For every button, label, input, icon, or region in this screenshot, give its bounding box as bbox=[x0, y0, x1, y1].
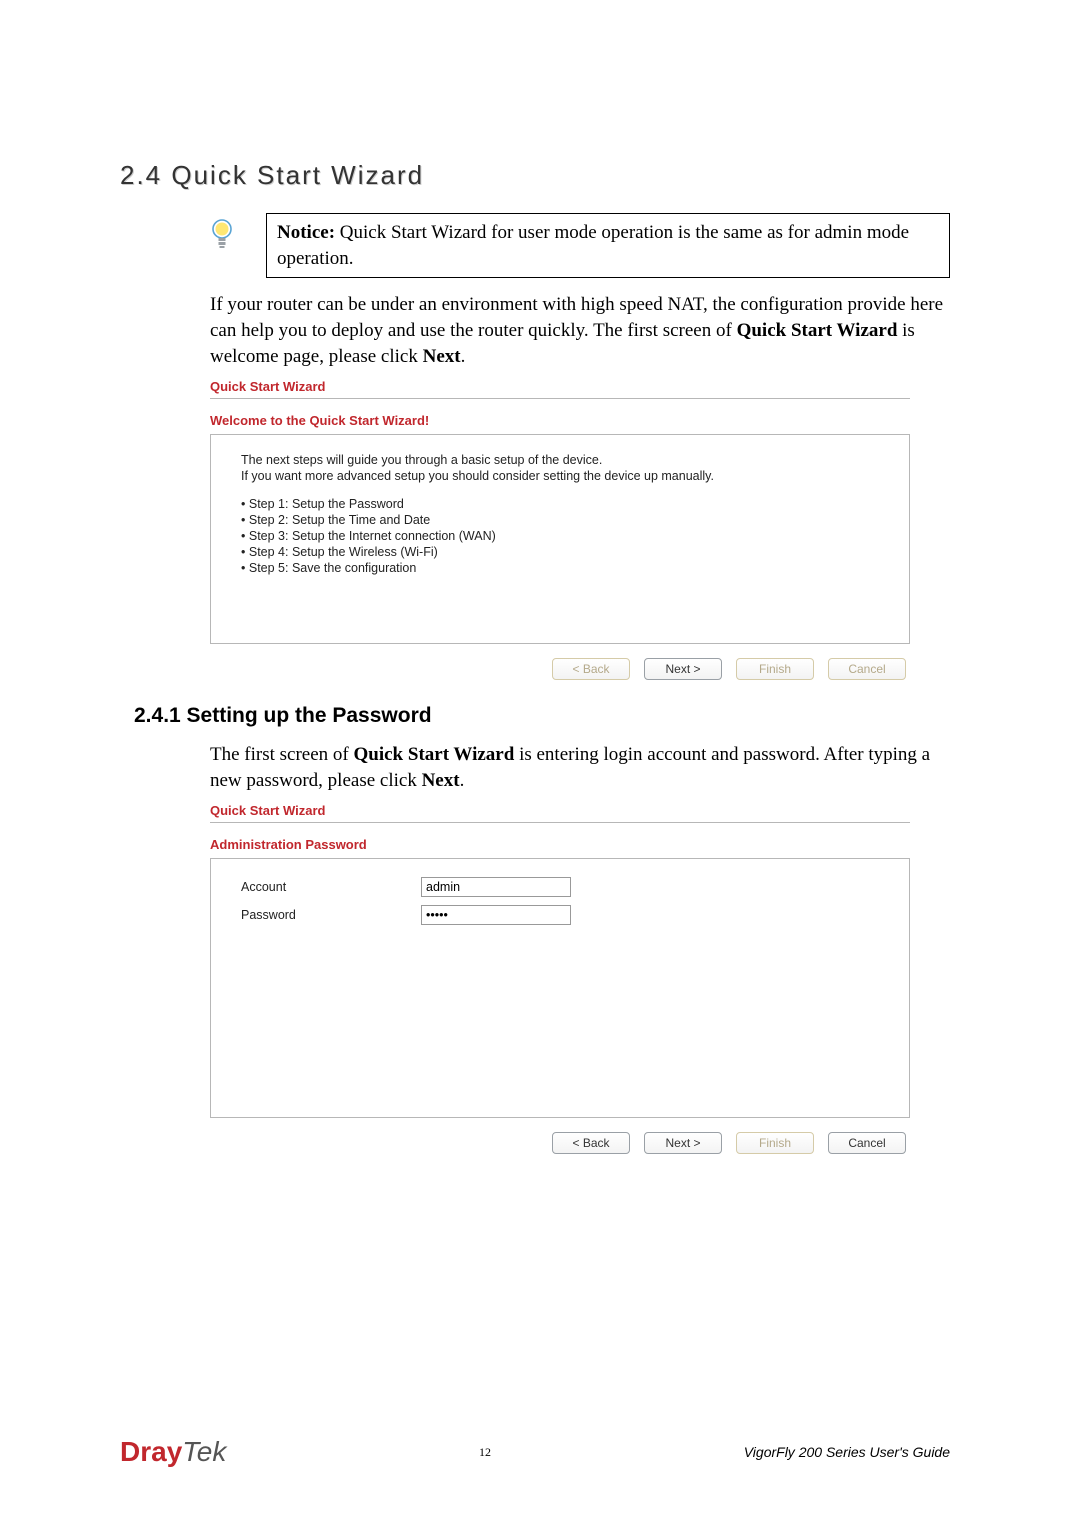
divider bbox=[210, 822, 910, 823]
lightbulb-icon bbox=[210, 219, 238, 256]
wizard-steps: Step 1: Setup the Password Step 2: Setup… bbox=[241, 497, 879, 575]
password-row: Password bbox=[241, 905, 879, 925]
account-label: Account bbox=[241, 880, 421, 894]
password-label: Password bbox=[241, 908, 421, 922]
draytek-logo: DrayTek bbox=[120, 1436, 226, 1468]
wizard-step: Step 1: Setup the Password bbox=[241, 497, 879, 511]
divider bbox=[210, 398, 910, 399]
next-button[interactable]: Next > bbox=[644, 658, 722, 680]
notice-label: Notice: bbox=[277, 222, 335, 243]
subsection-paragraph: The first screen of Quick Start Wizard i… bbox=[210, 742, 950, 793]
wizard-password-screenshot: Quick Start Wizard Administration Passwo… bbox=[210, 803, 910, 1154]
back-button[interactable]: < Back bbox=[552, 1132, 630, 1154]
wizard-subtitle: Welcome to the Quick Start Wizard! bbox=[210, 413, 910, 428]
notice-box: Notice: Quick Start Wizard for user mode… bbox=[266, 213, 950, 278]
wizard-title: Quick Start Wizard bbox=[210, 379, 910, 394]
wizard-panel: The next steps will guide you through a … bbox=[210, 434, 910, 644]
finish-button: Finish bbox=[736, 658, 814, 680]
notice-text: Quick Start Wizard for user mode operati… bbox=[277, 222, 909, 269]
wizard-step: Step 5: Save the configuration bbox=[241, 561, 879, 575]
page-number: 12 bbox=[479, 1445, 491, 1460]
account-row: Account bbox=[241, 877, 879, 897]
next-button[interactable]: Next > bbox=[644, 1132, 722, 1154]
wizard-button-row: < Back Next > Finish Cancel bbox=[210, 1132, 910, 1154]
password-input[interactable] bbox=[421, 905, 571, 925]
section-heading: 2.4 Quick Start Wizard bbox=[120, 160, 950, 191]
back-button: < Back bbox=[552, 658, 630, 680]
account-input[interactable] bbox=[421, 877, 571, 897]
wizard-panel: Account Password bbox=[210, 858, 910, 1118]
finish-button: Finish bbox=[736, 1132, 814, 1154]
wizard-step: Step 4: Setup the Wireless (Wi-Fi) bbox=[241, 545, 879, 559]
cancel-button: Cancel bbox=[828, 658, 906, 680]
wizard-step: Step 2: Setup the Time and Date bbox=[241, 513, 879, 527]
cancel-button[interactable]: Cancel bbox=[828, 1132, 906, 1154]
wizard-subtitle: Administration Password bbox=[210, 837, 910, 852]
guide-title: VigorFly 200 Series User's Guide bbox=[744, 1444, 950, 1460]
wizard-button-row: < Back Next > Finish Cancel bbox=[210, 658, 910, 680]
wizard-line: The next steps will guide you through a … bbox=[241, 453, 879, 467]
intro-paragraph: If your router can be under an environme… bbox=[210, 292, 950, 369]
page-content: 2.4 Quick Start Wizard Notice: Quick Sta… bbox=[120, 160, 950, 1178]
wizard-line: If you want more advanced setup you shou… bbox=[241, 469, 879, 483]
wizard-title: Quick Start Wizard bbox=[210, 803, 910, 818]
notice-row: Notice: Quick Start Wizard for user mode… bbox=[210, 213, 950, 278]
subsection-heading: 2.4.1 Setting up the Password bbox=[134, 704, 950, 728]
wizard-step: Step 3: Setup the Internet connection (W… bbox=[241, 529, 879, 543]
page-footer: DrayTek 12 VigorFly 200 Series User's Gu… bbox=[120, 1436, 950, 1468]
wizard-welcome-screenshot: Quick Start Wizard Welcome to the Quick … bbox=[210, 379, 910, 680]
